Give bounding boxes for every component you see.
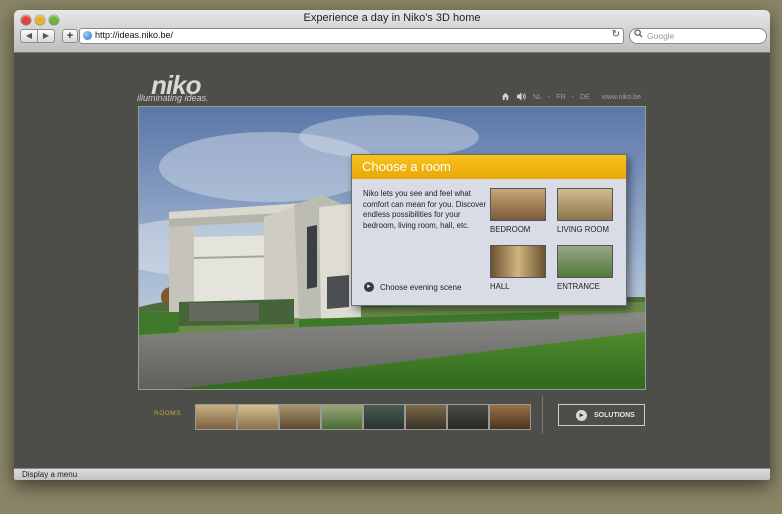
nav-separator: - [571, 93, 574, 101]
lang-nl[interactable]: NL [533, 94, 542, 101]
rooms-label: ROOMS [154, 410, 182, 417]
room-thumbnail-8[interactable] [489, 404, 531, 430]
room-living-room[interactable]: LIVING ROOM [557, 188, 613, 234]
room-label: LIVING ROOM [557, 225, 609, 234]
room-label: HALL [490, 282, 510, 291]
room-thumbnail-6[interactable] [405, 404, 447, 430]
room-thumbnail-5[interactable] [363, 404, 405, 430]
hall-thumbnail[interactable] [490, 245, 546, 278]
globe-icon [83, 31, 92, 40]
solutions-button[interactable]: ▸ SOLUTIONS [558, 404, 645, 426]
entrance-thumbnail[interactable] [557, 245, 613, 278]
title-bar: Experience a day in Niko's 3D home ◀ ▶ +… [14, 10, 770, 53]
address-bar[interactable]: http://ideas.niko.be/ ↻ [79, 28, 624, 44]
evening-scene-link[interactable]: ▸ Choose evening scene [364, 282, 461, 292]
room-label: ENTRANCE [557, 282, 600, 291]
room-thumbnail-2[interactable] [237, 404, 279, 430]
window-title: Experience a day in Niko's 3D home [303, 12, 481, 24]
arrow-circle-icon: ▸ [364, 282, 374, 292]
lang-fr[interactable]: FR [556, 94, 565, 101]
panel-title: Choose a room [362, 159, 451, 174]
forward-button[interactable]: ▶ [37, 29, 55, 43]
living-room-thumbnail[interactable] [557, 188, 613, 221]
panel-description: Niko lets you see and feel what comfort … [363, 189, 487, 230]
add-bookmark-button[interactable]: + [62, 29, 78, 43]
browser-window: Experience a day in Niko's 3D home ◀ ▶ +… [14, 10, 770, 480]
site-link[interactable]: www.niko.be [602, 94, 641, 101]
room-thumbnail-7[interactable] [447, 404, 489, 430]
back-button[interactable]: ◀ [20, 29, 38, 43]
sound-icon[interactable] [516, 91, 527, 103]
evening-scene-label[interactable]: Choose evening scene [380, 283, 461, 292]
solutions-label: SOLUTIONS [594, 411, 635, 419]
room-entrance[interactable]: ENTRANCE [557, 245, 613, 291]
search-icon [634, 29, 643, 40]
status-text: Display a menu [22, 470, 78, 479]
panel-header: Choose a room [352, 155, 626, 179]
room-label: BEDROOM [490, 225, 531, 234]
reload-icon[interactable]: ↻ [612, 29, 620, 40]
search-placeholder: Google [647, 31, 675, 41]
room-thumbnail-4[interactable] [321, 404, 363, 430]
choose-room-panel: Choose a room Niko lets you see and feel… [351, 154, 627, 306]
room-thumbnail-3[interactable] [279, 404, 321, 430]
home-icon[interactable] [501, 92, 510, 103]
room-bedroom[interactable]: BEDROOM [490, 188, 546, 234]
arrow-circle-icon: ▸ [576, 409, 587, 421]
tagline: illuminating ideas. [137, 93, 209, 103]
top-nav: NL - FR - DE www.niko.be [501, 91, 641, 103]
room-hall[interactable]: HALL [490, 245, 546, 291]
page-content: niko illuminating ideas. NL - FR - DE ww… [14, 53, 770, 468]
search-field[interactable]: Google [629, 28, 767, 44]
nav-separator: - [547, 93, 551, 101]
status-bar: Display a menu [14, 468, 770, 480]
room-thumbnail-1[interactable] [195, 404, 237, 430]
bedroom-thumbnail[interactable] [490, 188, 546, 221]
lang-de[interactable]: DE [580, 94, 590, 101]
divider [542, 396, 543, 434]
url-text[interactable]: http://ideas.niko.be/ [95, 30, 173, 40]
